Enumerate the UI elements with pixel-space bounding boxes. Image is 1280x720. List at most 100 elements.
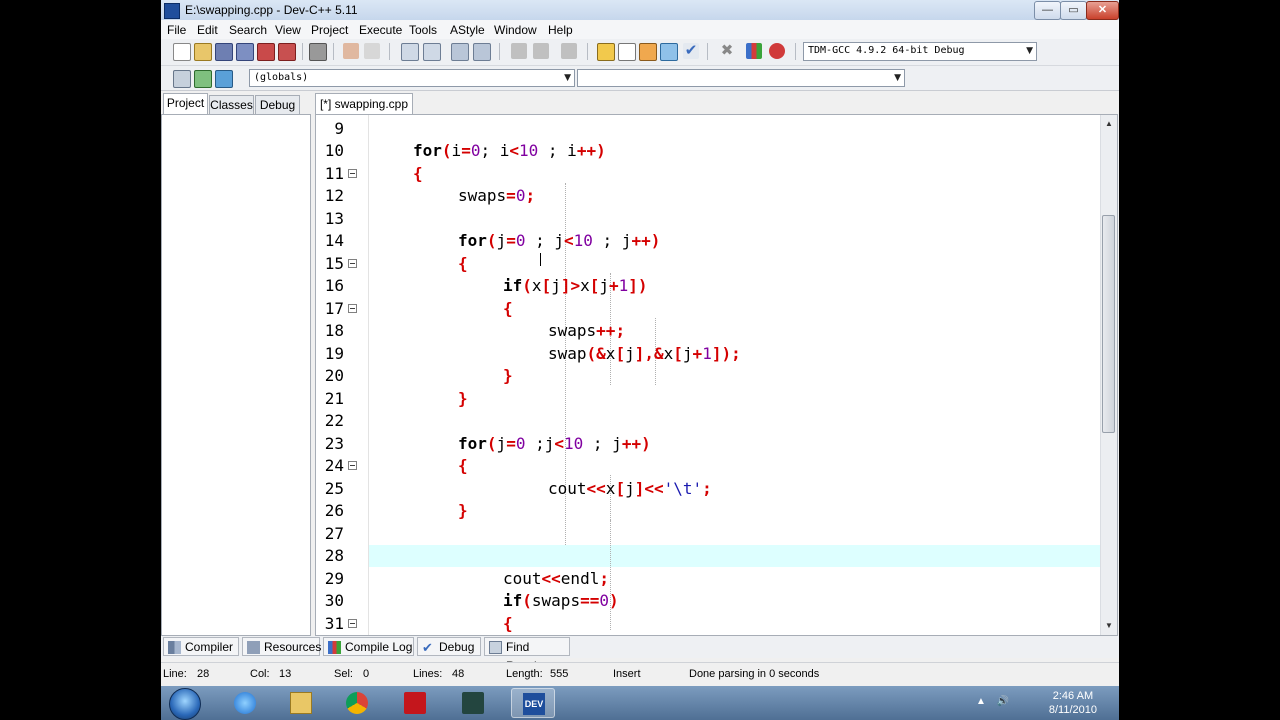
line-number: 11 — [324, 164, 344, 183]
fold-toggle-icon[interactable] — [348, 169, 357, 178]
show-hidden-icons-icon[interactable]: ▲ — [976, 696, 986, 707]
find-icon[interactable] — [401, 43, 419, 61]
rebuild-all-icon[interactable] — [660, 43, 678, 61]
code-line-21: 21 } — [316, 388, 1101, 410]
scope-select-value: (globals) — [254, 72, 309, 83]
close-all-icon[interactable] — [278, 43, 296, 61]
clock-date: 8/11/2010 — [1048, 704, 1097, 716]
clock-time: 2:46 AM — [1052, 690, 1094, 702]
scrollbar-thumb[interactable] — [1102, 215, 1115, 433]
compile-run-icon[interactable] — [639, 43, 657, 61]
new-file-icon[interactable] — [173, 43, 191, 61]
menu-astyle[interactable]: AStyle — [450, 23, 485, 37]
project-options-icon[interactable] — [215, 70, 233, 88]
open-file-icon[interactable] — [194, 43, 212, 61]
status-insert-mode: Insert — [613, 668, 641, 680]
scope-select[interactable]: (globals) ▼ — [249, 69, 575, 87]
tab-debug[interactable]: Debug — [255, 95, 300, 114]
close-button[interactable]: ✕ — [1086, 1, 1119, 20]
replace-icon[interactable] — [423, 43, 441, 61]
menu-window[interactable]: Window — [494, 23, 537, 37]
code-text: if(swaps==0) — [503, 591, 619, 610]
goto-function-icon[interactable] — [473, 43, 491, 61]
run-icon[interactable] — [618, 43, 636, 61]
save-all-icon[interactable] — [236, 43, 254, 61]
code-line-10: 10 for(i=0; i<10 ; i++) — [316, 140, 1101, 162]
internet-explorer-icon — [234, 692, 256, 714]
print-icon[interactable] — [309, 43, 327, 61]
resources-icon — [247, 641, 260, 654]
system-tray: ▲ 🔊 — [976, 696, 1009, 707]
fold-toggle-icon[interactable] — [348, 304, 357, 313]
code-line-14: 14 for(j=0 ; j<10 ; j++) — [316, 230, 1101, 252]
menu-project[interactable]: Project — [311, 23, 348, 37]
menu-help[interactable]: Help — [548, 23, 573, 37]
scroll-down-arrow-icon[interactable]: ▼ — [1101, 619, 1117, 633]
profile-icon[interactable] — [746, 43, 762, 59]
symbol-select[interactable]: ▼ — [577, 69, 905, 87]
scroll-up-arrow-icon[interactable]: ▲ — [1101, 117, 1117, 131]
delete-profile-icon[interactable] — [769, 43, 785, 59]
tab-resources[interactable]: Resources — [242, 637, 321, 656]
code-editor[interactable]: 9 10 for(i=0; i<10 ; i++) 11 { 12 swaps=… — [315, 114, 1118, 636]
goto-line-icon[interactable] — [451, 43, 469, 61]
compile-icon[interactable] — [597, 43, 615, 61]
project-panel[interactable] — [161, 114, 311, 636]
taskbar-acrobat[interactable] — [393, 688, 437, 718]
code-text: { — [413, 164, 423, 183]
redo-icon[interactable] — [364, 43, 380, 59]
new-project-icon[interactable] — [173, 70, 191, 88]
toolbar-separator — [389, 43, 390, 60]
status-sel-value: 0 — [363, 668, 370, 680]
save-icon[interactable] — [215, 43, 233, 61]
indent-icon[interactable] — [511, 43, 527, 59]
line-number: 19 — [324, 344, 344, 363]
menu-view[interactable]: View — [275, 23, 301, 37]
volume-icon[interactable]: 🔊 — [997, 696, 1009, 707]
undo-icon[interactable] — [343, 43, 359, 59]
code-text: for(j=0 ;j<10 ; j++) — [458, 434, 651, 453]
minimize-button[interactable]: — — [1034, 1, 1061, 20]
toolbar-separator — [302, 43, 303, 60]
add-to-project-icon[interactable] — [194, 70, 212, 88]
editor-vertical-scrollbar[interactable]: ▲ ▼ — [1100, 115, 1117, 635]
maximize-button[interactable]: ▭ — [1060, 1, 1087, 20]
code-line-25: 25 cout<<x[j]<<'\t'; — [316, 478, 1101, 500]
tab-compile-log[interactable]: Compile Log — [323, 637, 414, 656]
tab-compiler[interactable]: Compiler — [163, 637, 239, 656]
tab-debug-output[interactable]: ✔ Debug — [417, 637, 481, 656]
toolbar-separator — [333, 43, 334, 60]
toggle-comment-icon[interactable] — [561, 43, 577, 59]
tab-swapping-cpp[interactable]: [*] swapping.cpp — [315, 93, 413, 115]
line-number: 27 — [324, 524, 344, 543]
tab-project[interactable]: Project — [163, 93, 208, 115]
stop-execution-icon[interactable]: ✖ — [719, 43, 735, 59]
main-toolbar: ✔ ✖ TDM-GCC 4.9.2 64-bit Debug ▼ — [161, 39, 1119, 66]
class-toolbar: (globals) ▼ ▼ — [161, 66, 1119, 91]
compiler-select[interactable]: TDM-GCC 4.9.2 64-bit Debug ▼ — [803, 42, 1037, 61]
fold-toggle-icon[interactable] — [348, 259, 357, 268]
code-line-19: 19 swap(&x[j],&x[j+1]); — [316, 343, 1101, 365]
start-button-icon[interactable] — [169, 688, 201, 720]
menu-search[interactable]: Search — [229, 23, 267, 37]
close-file-icon[interactable] — [257, 43, 275, 61]
menu-file[interactable]: File — [167, 23, 186, 37]
fold-toggle-icon[interactable] — [348, 619, 357, 628]
taskbar-devcpp[interactable]: DEV — [511, 688, 555, 718]
tab-classes[interactable]: Classes — [209, 95, 254, 114]
status-bar: Line: 28 Col: 13 Sel: 0 Lines: 48 Length… — [161, 662, 1119, 686]
unindent-icon[interactable] — [533, 43, 549, 59]
fold-toggle-icon[interactable] — [348, 461, 357, 470]
code-line-13: 13 — [316, 208, 1101, 230]
tab-find-results[interactable]: Find Results — [484, 637, 570, 673]
taskbar-app[interactable] — [451, 688, 495, 718]
menu-execute[interactable]: Execute — [359, 23, 402, 37]
taskbar-explorer[interactable] — [279, 688, 323, 718]
menu-edit[interactable]: Edit — [197, 23, 218, 37]
taskbar-chrome[interactable] — [335, 688, 379, 718]
code-text: } — [458, 389, 468, 408]
syntax-check-icon[interactable]: ✔ — [683, 43, 699, 59]
clock[interactable]: 2:46 AM 8/11/2010 — [1049, 689, 1097, 717]
menu-tools[interactable]: Tools — [409, 23, 437, 37]
taskbar-ie[interactable] — [223, 688, 267, 718]
